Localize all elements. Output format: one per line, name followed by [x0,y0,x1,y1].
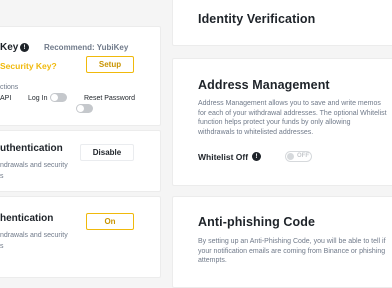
antiphishing-desc-line-2: your notification emails are coming from… [198,247,386,255]
action-reset-password-label: Reset Password [84,95,135,102]
toggle-knob [287,153,294,160]
info-icon[interactable]: ! [252,152,261,161]
anti-phishing-title: Anti-phishing Code [198,215,316,229]
address-desc-line-1: Address Management allows you to save an… [198,100,381,107]
authentication-card-1: uthentication ndrawals and security s Di… [0,130,161,192]
whitelist-toggle[interactable]: OFF [285,151,312,162]
address-management-card: Address Management Address Management al… [172,58,392,186]
identity-verification-title: Identity Verification [198,12,316,26]
address-desc-line-4: withdrawals to whitelisted addresses. [198,128,314,136]
security-key-link[interactable]: Security Key? [0,61,57,71]
security-key-card: Key ! Recommend: YubiKey Security Key? S… [0,26,161,126]
authentication-title: uthentication [0,143,63,154]
info-icon[interactable]: ! [20,43,29,52]
address-desc-line-3: function helps protect your funds by onl… [198,119,351,126]
address-management-description: Address Management allows you to save an… [198,99,392,137]
anti-phishing-description: By setting up an Anti-Phishing Code, you… [198,237,386,266]
whitelist-toggle-text: OFF [297,153,309,159]
authentication-desc-line-2: s [0,173,4,180]
on-button[interactable]: On [86,213,134,230]
antiphishing-desc-line-3: attempts. [198,257,227,264]
security-key-title: Key [0,42,19,53]
login-toggle[interactable] [50,93,67,102]
disable-button[interactable]: Disable [80,144,134,161]
recommend-label: Recommend: YubiKey [44,43,129,52]
authentication-card-2: hentication ndrawals and security s On [0,196,161,278]
setup-button[interactable]: Setup [86,56,134,73]
actions-label: ctions [0,84,19,91]
whitelist-label: Whitelist Off [198,152,249,162]
authentication-desc-2-line-1: ndrawals and security [0,232,68,239]
action-login-label: Log In [28,95,48,102]
authentication-title-2: hentication [0,213,54,224]
authentication-desc-2-line-2: s [0,243,4,250]
address-management-title: Address Management [198,78,330,92]
address-desc-line-2: for each of your withdrawal addresses. T… [198,109,387,117]
action-api-label: API [0,95,12,102]
anti-phishing-card: Anti-phishing Code By setting up an Anti… [172,196,392,288]
antiphishing-desc-line-1: By setting up an Anti-Phishing Code, you… [198,238,386,245]
reset-password-toggle[interactable] [76,104,93,113]
authentication-desc-line-1: ndrawals and security [0,162,68,169]
identity-verification-card[interactable]: Identity Verification [172,0,392,46]
